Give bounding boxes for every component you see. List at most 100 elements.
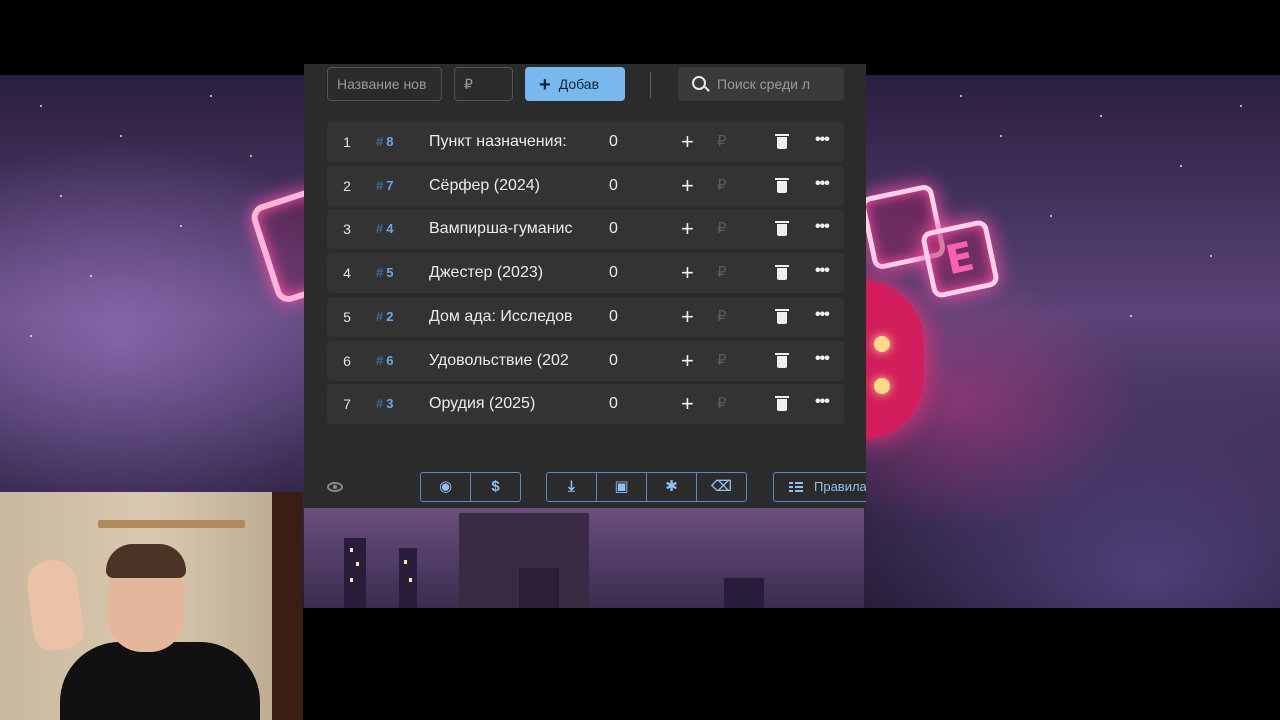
- movie-id[interactable]: #8: [376, 122, 393, 162]
- movie-title[interactable]: Удовольствие (202: [429, 341, 579, 381]
- movie-score: 0: [609, 220, 618, 238]
- row-number: 7: [343, 396, 351, 413]
- movie-id[interactable]: #7: [376, 166, 393, 206]
- add-score-button[interactable]: +: [681, 122, 694, 162]
- add-score-button[interactable]: +: [681, 209, 694, 249]
- movie-id[interactable]: #5: [376, 253, 393, 293]
- movie-title[interactable]: Вампирша-гуманис: [429, 209, 579, 249]
- list-item[interactable]: 4 #5 Джестер (2023) 0 + ₽ •••: [327, 253, 844, 294]
- list-item[interactable]: 6 #6 Удовольствие (202 0 + ₽ •••: [327, 340, 844, 381]
- movie-list-panel: Название нов ₽ + Добав Поиск среди л 1 #8 П…: [304, 64, 866, 508]
- list-item[interactable]: 7 #3 Орудия (2025) 0 + ₽ •••: [327, 384, 844, 425]
- movie-id[interactable]: #6: [376, 341, 393, 381]
- hash-icon: #: [376, 352, 384, 368]
- movie-score: 0: [609, 395, 618, 413]
- movie-title[interactable]: Дом ада: Исследов: [429, 297, 579, 337]
- toolbar-divider: [650, 72, 651, 98]
- hash-icon: #: [376, 396, 384, 412]
- top-toolbar: Название нов ₽ + Добав Поиск среди л: [304, 64, 866, 104]
- movie-title[interactable]: Сёрфер (2024): [429, 166, 579, 206]
- more-options-icon[interactable]: •••: [815, 384, 830, 420]
- delete-icon[interactable]: [775, 308, 789, 324]
- movie-id-value: 7: [386, 177, 394, 193]
- neon-circle: [860, 280, 924, 440]
- add-score-button[interactable]: +: [681, 297, 694, 337]
- delete-icon[interactable]: [775, 352, 789, 368]
- movie-title[interactable]: Джестер (2023): [429, 253, 579, 293]
- hash-icon: #: [376, 265, 384, 281]
- plus-icon: +: [539, 74, 551, 96]
- github-icon[interactable]: ◉: [421, 473, 471, 501]
- neon-sign-letter: E: [919, 218, 1001, 300]
- price-icon[interactable]: ₽: [717, 297, 727, 337]
- hash-icon: #: [376, 221, 384, 237]
- add-score-button[interactable]: +: [681, 166, 694, 206]
- movie-score: 0: [609, 133, 618, 150]
- add-button[interactable]: + Добав: [525, 67, 625, 101]
- download-icon[interactable]: ⤓: [547, 473, 597, 501]
- movie-name-input[interactable]: Название нов: [327, 67, 442, 101]
- row-number: 4: [343, 265, 351, 282]
- movie-score: 0: [609, 264, 618, 282]
- add-score-button[interactable]: +: [681, 341, 694, 381]
- eye-icon[interactable]: [327, 482, 343, 492]
- movie-id-value: 3: [386, 396, 394, 412]
- movie-score: 0: [609, 176, 618, 194]
- delete-icon[interactable]: [775, 396, 789, 412]
- movie-title[interactable]: Пункт назначения:: [429, 122, 579, 162]
- list-item[interactable]: 2 #7 Сёрфер (2024) 0 + ₽ •••: [327, 165, 844, 206]
- delete-icon[interactable]: [775, 134, 789, 149]
- price-input[interactable]: ₽: [454, 67, 513, 101]
- links-button-group: ◉ $: [420, 472, 521, 502]
- price-icon[interactable]: ₽: [717, 341, 727, 381]
- actions-button-group: ⤓ ▣ ✱ ⌫: [546, 472, 747, 502]
- hash-icon: #: [376, 308, 384, 324]
- raised-hand: [23, 556, 87, 654]
- hash-icon: #: [376, 134, 384, 149]
- row-number: 5: [343, 308, 351, 325]
- price-icon[interactable]: ₽: [717, 166, 727, 206]
- city-skyline: [304, 508, 864, 608]
- more-options-icon[interactable]: •••: [815, 166, 830, 202]
- more-options-icon[interactable]: •••: [815, 122, 830, 158]
- price-icon[interactable]: ₽: [717, 384, 727, 424]
- add-button-label: Добав: [558, 76, 600, 92]
- search-icon: [692, 76, 706, 90]
- hash-icon: #: [376, 177, 384, 193]
- list-item[interactable]: 3 #4 Вампирша-гуманис 0 + ₽ •••: [327, 209, 844, 250]
- delete-icon[interactable]: [775, 177, 789, 193]
- search-input[interactable]: Поиск среди л: [678, 67, 844, 101]
- price-icon[interactable]: ₽: [717, 122, 727, 162]
- delete-icon[interactable]: [775, 221, 789, 237]
- clear-list-icon[interactable]: ⌫: [697, 473, 746, 501]
- bug-icon[interactable]: ✱: [647, 473, 697, 501]
- add-score-button[interactable]: +: [681, 384, 694, 424]
- webcam-overlay: [0, 492, 303, 720]
- add-score-button[interactable]: +: [681, 253, 694, 293]
- list-item[interactable]: 1 #8 Пункт назначения: 0 + ₽ •••: [327, 122, 844, 162]
- search-placeholder: Поиск среди л: [717, 76, 810, 92]
- more-options-icon[interactable]: •••: [815, 209, 830, 245]
- save-icon[interactable]: ▣: [597, 473, 647, 501]
- movie-id-value: 8: [386, 134, 394, 149]
- rules-button[interactable]: Правила: [773, 472, 866, 502]
- rules-icon: [789, 482, 803, 493]
- delete-icon[interactable]: [775, 265, 789, 281]
- price-icon[interactable]: ₽: [717, 253, 727, 293]
- rules-label: Правила: [814, 479, 866, 494]
- more-options-icon[interactable]: •••: [815, 341, 830, 377]
- more-options-icon[interactable]: •••: [815, 253, 830, 289]
- price-icon[interactable]: ₽: [717, 209, 727, 249]
- movie-id-value: 4: [386, 221, 394, 237]
- movie-id[interactable]: #3: [376, 384, 393, 424]
- movie-id-value: 2: [386, 308, 394, 324]
- movie-id[interactable]: #4: [376, 209, 393, 249]
- row-number: 6: [343, 352, 351, 369]
- more-options-icon[interactable]: •••: [815, 297, 830, 333]
- movie-title[interactable]: Орудия (2025): [429, 384, 579, 424]
- list-item[interactable]: 5 #2 Дом ада: Исследов 0 + ₽ •••: [327, 296, 844, 337]
- dollar-icon[interactable]: $: [471, 473, 520, 501]
- movie-id-value: 5: [386, 265, 394, 281]
- bottom-toolbar: ◉ $ ⤓ ▣ ✱ ⌫ Правила: [304, 472, 866, 504]
- movie-id[interactable]: #2: [376, 297, 393, 337]
